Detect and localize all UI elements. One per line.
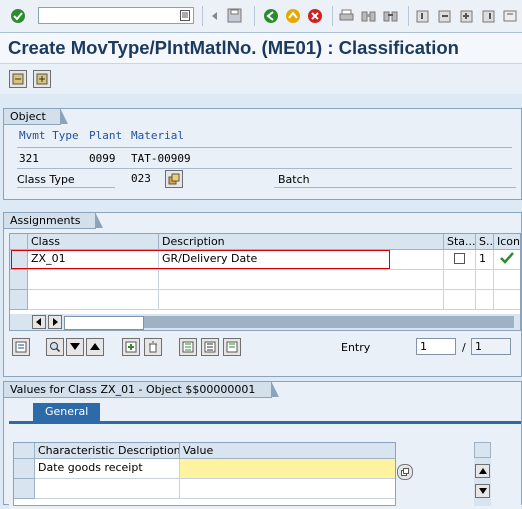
title-bar: Create MovType/PlntMatlNo. (ME01) : Clas…	[0, 33, 522, 64]
characteristics-table: Characteristic Description Value Date go…	[13, 442, 396, 506]
col-value[interactable]: Value	[180, 443, 395, 459]
col-s[interactable]: S...	[476, 234, 494, 250]
object-group: Object Mvmt Type Plant Material 321 0099…	[3, 108, 522, 200]
system-toolbar	[0, 0, 522, 33]
delete-row-icon[interactable]	[144, 338, 162, 356]
assignments-table: Class Description Sta... S... Icon ZX_01…	[9, 233, 521, 331]
display-object-icon[interactable]	[33, 70, 51, 88]
scroll-right-icon[interactable]	[48, 315, 62, 329]
application-toolbar	[0, 64, 522, 94]
class-type-text: Batch	[274, 173, 516, 188]
search-icon[interactable]	[46, 338, 64, 356]
back-icon[interactable]	[262, 7, 279, 24]
row-selector[interactable]	[10, 290, 28, 310]
page-title: Create MovType/PlntMatlNo. (ME01) : Clas…	[8, 37, 459, 58]
col-icon[interactable]: Icon	[494, 234, 520, 250]
object-group-label: Object	[3, 108, 68, 125]
insert-row-icon[interactable]	[122, 338, 140, 356]
scroll-left-icon[interactable]	[32, 315, 46, 329]
characteristic-description-cell: Date goods receipt	[35, 459, 180, 479]
entry-input[interactable]: 1	[416, 338, 456, 355]
vertical-scrollbar[interactable]	[474, 442, 491, 506]
col-class[interactable]: Class	[28, 234, 159, 250]
class-type-label: Class Type	[17, 173, 115, 188]
horizontal-scrollbar[interactable]	[10, 314, 520, 330]
print-icon[interactable]	[338, 7, 355, 24]
new-session-icon[interactable]	[502, 7, 519, 24]
entry-total: 1	[471, 338, 511, 355]
last-page-icon[interactable]	[480, 7, 497, 24]
selected-row-highlight	[11, 250, 390, 269]
scroll-up-icon[interactable]	[475, 464, 490, 478]
scroll-down-icon[interactable]	[475, 484, 490, 498]
status-cell[interactable]	[444, 250, 476, 270]
collapse-arrow-icon[interactable]	[206, 7, 223, 24]
previous-page-icon[interactable]	[436, 7, 453, 24]
values-group: Values for Class ZX_01 - Object $$000000…	[3, 381, 522, 509]
enter-icon[interactable]	[9, 7, 26, 24]
icon-cell	[494, 250, 520, 270]
scroll-up-icon[interactable]	[86, 338, 104, 356]
command-history-icon[interactable]	[176, 7, 193, 24]
find-next-icon[interactable]	[382, 7, 399, 24]
checkmark-icon	[500, 252, 514, 264]
class-type-value[interactable]: 023	[131, 172, 151, 185]
material-value: TAT-00909	[131, 152, 191, 165]
col-status[interactable]: Sta...	[444, 234, 476, 250]
first-page-icon[interactable]	[414, 7, 431, 24]
plant-value: 0099	[89, 152, 116, 165]
mvmt-type-header: Mvmt Type	[19, 129, 79, 142]
command-field[interactable]	[38, 7, 194, 24]
scroll-down-icon[interactable]	[66, 338, 84, 356]
assignments-group: Assignments Class Description Sta... S..…	[3, 212, 522, 377]
material-header: Material	[131, 129, 184, 142]
row-selector[interactable]	[10, 270, 28, 290]
mvmt-type-value: 321	[19, 152, 39, 165]
entry-label: Entry	[341, 341, 371, 354]
last-entry-icon[interactable]	[223, 338, 241, 356]
first-entry-icon[interactable]	[179, 338, 197, 356]
s-cell[interactable]: 1	[476, 250, 494, 270]
select-all-cell[interactable]	[10, 234, 28, 250]
entry-separator: /	[462, 341, 466, 354]
class-type-select-icon[interactable]	[165, 170, 183, 188]
scroll-thumb[interactable]	[64, 316, 144, 330]
value-input[interactable]	[180, 459, 395, 479]
assignments-group-label: Assignments	[3, 212, 102, 229]
row-selector[interactable]	[14, 459, 35, 479]
details-icon[interactable]	[12, 338, 30, 356]
col-characteristic-description[interactable]: Characteristic Description	[35, 443, 180, 459]
other-object-icon[interactable]	[9, 70, 27, 88]
col-description[interactable]: Description	[159, 234, 444, 250]
save-icon[interactable]	[226, 7, 243, 24]
value-help-icon[interactable]	[397, 464, 413, 480]
plant-header: Plant	[89, 129, 123, 142]
select-all-cell[interactable]	[14, 443, 35, 459]
cancel-icon[interactable]	[306, 7, 323, 24]
values-group-label: Values for Class ZX_01 - Object $$000000…	[3, 381, 280, 398]
next-page-icon[interactable]	[458, 7, 475, 24]
status-checkbox[interactable]	[454, 253, 465, 264]
tab-general[interactable]: General	[33, 403, 101, 421]
find-icon[interactable]	[360, 7, 377, 24]
next-entry-icon[interactable]	[201, 338, 219, 356]
row-selector[interactable]	[14, 479, 35, 499]
exit-icon[interactable]	[284, 7, 301, 24]
